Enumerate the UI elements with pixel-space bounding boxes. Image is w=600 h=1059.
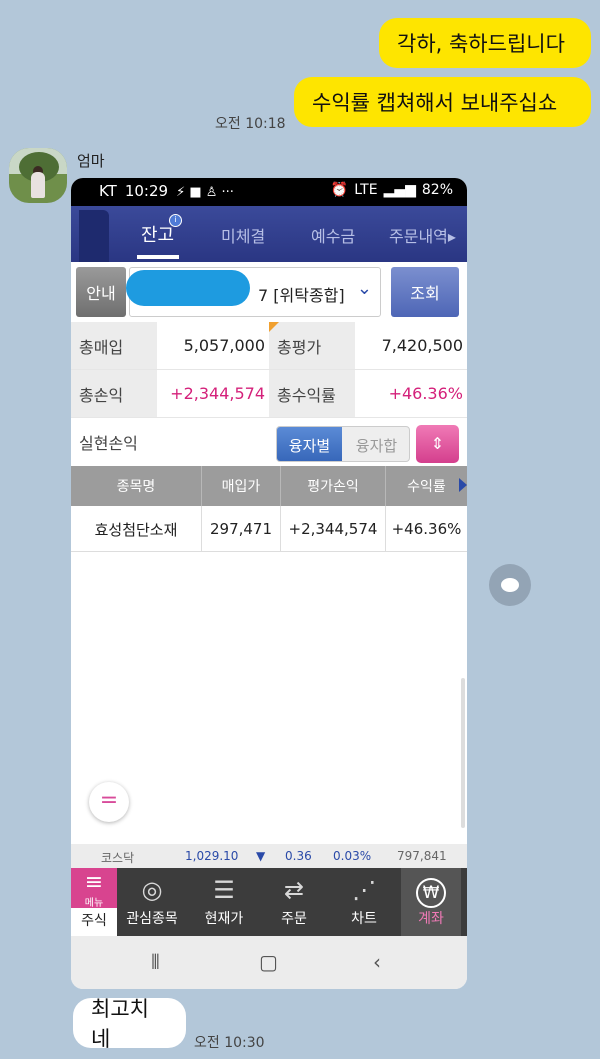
alarm-icon: ⏰ [330, 182, 349, 198]
holdings-table-header: 종목명 매입가 평가손익 수익률 [71, 466, 467, 506]
clock: 10:29 [124, 182, 169, 200]
tab-account[interactable]: ₩ 계좌 [401, 868, 461, 936]
recents-icon[interactable]: ⦀ [151, 950, 160, 974]
price-list-icon: ☰ [213, 876, 235, 904]
won-icon: ₩ [416, 878, 446, 908]
notification-icons: ⚡ ■ ♙ ··· [176, 185, 234, 200]
eval-pnl: +2,344,574 [281, 506, 386, 552]
total-return-value: +46.36% [355, 370, 467, 418]
chart-icon: ⋰ [352, 876, 376, 904]
hamburger-icon: ≡ [84, 870, 104, 895]
home-icon[interactable]: ▢ [259, 950, 278, 974]
index-volume: 797,841 [397, 849, 447, 863]
chevron-down-icon: ⌄ [356, 278, 372, 299]
column-header[interactable]: 종목명 [71, 466, 202, 506]
tab-menu[interactable]: ≡ 메뉴 주식 [71, 868, 117, 936]
total-eval-label: 총평가 [269, 322, 355, 370]
message-text: 수익률 캡쳐해서 보내주십쇼 [312, 91, 558, 115]
tab-order-history[interactable]: 주문내역▸ [389, 223, 456, 247]
account-row: 안내 7 [위탁종합] ⌄ 조회 [71, 262, 467, 322]
index-name: 코스닥 [101, 851, 135, 865]
realized-pnl-label: 실현손익 [71, 418, 157, 466]
account-number: 7 [258, 286, 269, 305]
account-select[interactable]: 7 [위탁종합] ⌄ [126, 267, 381, 317]
screenshot-image[interactable]: KT 10:29 ⚡ ■ ♙ ··· ⏰ LTE ▂▄▆ 82% 잔고 i 미체결 예수금… [71, 178, 467, 989]
column-header[interactable]: 평가손익 [281, 466, 386, 506]
back-icon[interactable]: ‹ [373, 950, 381, 974]
tab-unfilled[interactable]: 미체결 [221, 223, 265, 247]
tab-chart[interactable]: ⋰ 차트 [329, 868, 399, 936]
equals-icon: = [99, 788, 119, 813]
message-text: 각하, 축하드립니다 [397, 32, 565, 56]
message-text: 최고치네 [91, 997, 149, 1051]
tab-watchlist[interactable]: ◎ 관심종목 [117, 868, 187, 936]
my-message-bubble[interactable]: 각하, 축하드립니다 [379, 18, 591, 68]
info-dot-icon: i [169, 214, 182, 227]
buy-price: 297,471 [202, 506, 281, 552]
tab-balance[interactable]: 잔고 i [137, 214, 182, 259]
stock-name: 효성첨단소재 [71, 506, 202, 552]
tab-current-price[interactable]: ☰ 현재가 [189, 868, 259, 936]
total-return-label: 총수익률 [269, 370, 355, 418]
signal-icon: ▂▄▆ [383, 182, 416, 198]
total-buy-value: 5,057,000 [157, 322, 269, 370]
total-buy-label: 총매입 [71, 322, 157, 370]
tab-order[interactable]: ⇄ 주문 [261, 868, 327, 936]
target-icon: ◎ [141, 876, 163, 904]
info-button[interactable]: 안내 [76, 267, 126, 317]
message-timestamp: 오전 10:30 [194, 1035, 265, 1051]
redaction-blob [126, 270, 250, 306]
scroll-right-arrow-icon[interactable] [459, 478, 467, 492]
floating-menu-button[interactable]: = [89, 782, 129, 822]
bottom-tab-bar: ≡ 메뉴 주식 ◎ 관심종목 ☰ 현재가 ⇄ 주문 ⋰ 차트 ₩ 계좌 [71, 868, 467, 936]
carrier-label: KT [99, 182, 117, 200]
phone-status-bar: KT 10:29 ⚡ ■ ♙ ··· ⏰ LTE ▂▄▆ 82% [71, 178, 467, 206]
scrollbar[interactable] [461, 678, 465, 828]
index-change-pct: 0.03% [333, 849, 372, 863]
total-eval-value: 7,420,500 [355, 322, 467, 370]
index-change: 0.36 [285, 849, 312, 863]
received-message-bubble[interactable]: 최고치네 [73, 997, 186, 1051]
table-row[interactable]: 효성첨단소재 297,471 +2,344,574 +46.36% [71, 506, 467, 552]
back-tab[interactable] [79, 210, 109, 262]
index-value: 1,029.10 [185, 849, 239, 863]
comment-icon[interactable] [489, 564, 531, 606]
index-ticker: 코스닥 1,029.10 ▼ 0.36 0.03% 797,841 [71, 844, 467, 868]
segment-by-loan[interactable]: 융자별 [277, 427, 342, 461]
sender-name: 엄마 [77, 152, 105, 170]
total-pnl-label: 총손익 [71, 370, 157, 418]
column-header[interactable]: 매입가 [202, 466, 281, 506]
column-header[interactable]: 수익률 [386, 466, 467, 506]
message-timestamp: 오전 10:18 [215, 116, 286, 132]
tab-deposit[interactable]: 예수금 [311, 223, 355, 247]
corner-marker [269, 322, 279, 332]
app-tab-bar: 잔고 i 미체결 예수금 주문내역▸ [71, 206, 467, 262]
total-pnl-value: +2,344,574 [157, 370, 269, 418]
swap-icon: ⇄ [283, 876, 305, 904]
query-button[interactable]: 조회 [391, 267, 459, 317]
return-rate: +46.36% [391, 520, 462, 538]
sort-button[interactable]: ⇕ [416, 425, 459, 463]
battery-label: 82% [421, 182, 453, 198]
account-type: [위탁종합] [273, 286, 345, 305]
down-arrow-icon: ▼ [256, 849, 266, 863]
network-label: LTE [354, 182, 378, 198]
loan-segmented-control[interactable]: 융자별 융자합 [276, 426, 410, 462]
sort-icon: ⇕ [430, 434, 445, 453]
my-message-bubble[interactable]: 수익률 캡쳐해서 보내주십쇼 [294, 77, 591, 127]
android-nav-bar: ⦀ ▢ ‹ [71, 936, 467, 989]
segment-loan-sum[interactable]: 융자합 [342, 427, 409, 461]
avatar[interactable] [9, 148, 67, 203]
